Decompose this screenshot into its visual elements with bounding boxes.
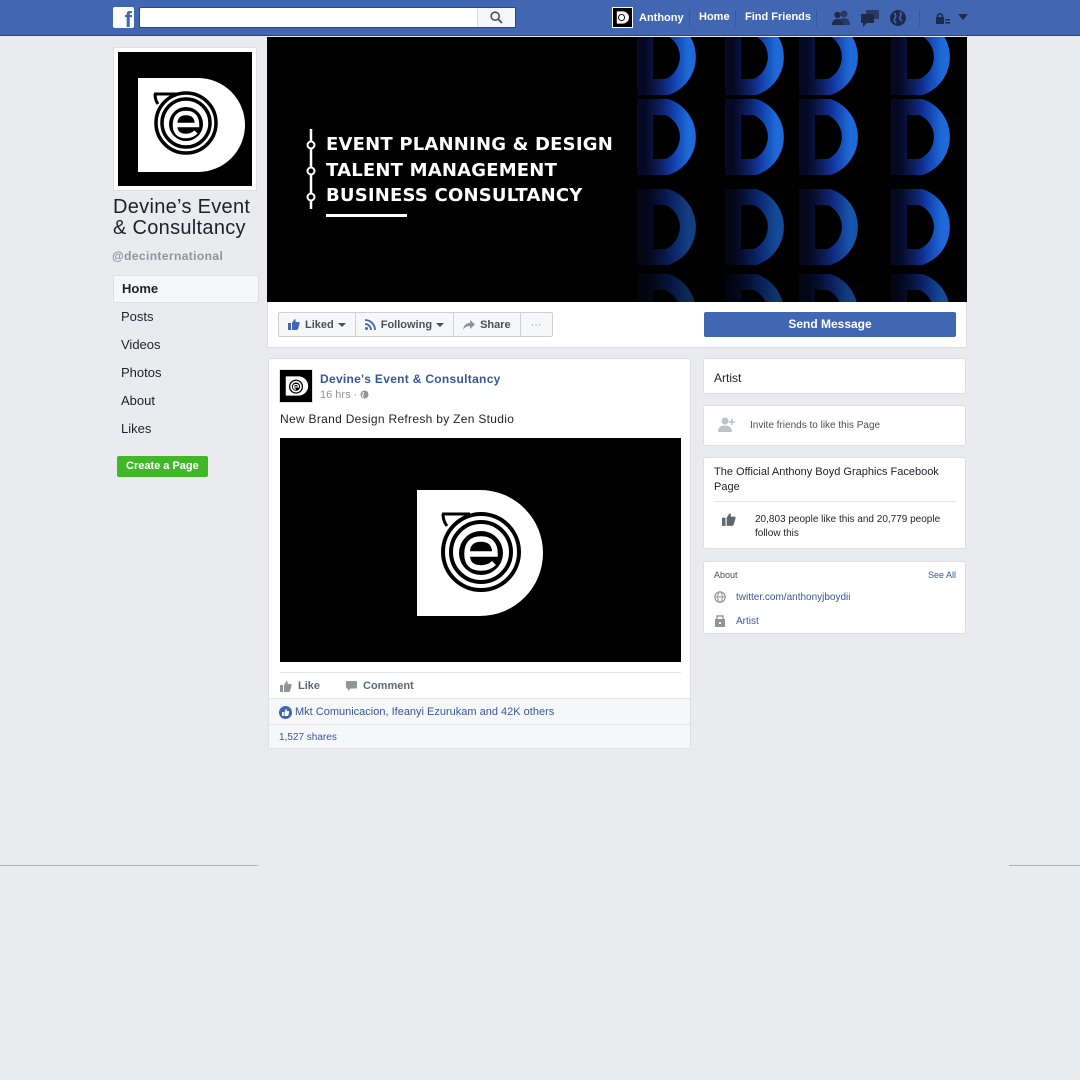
post-message: New Brand Design Refresh by Zen Studio (280, 412, 515, 426)
page-category-card: Artist (703, 358, 966, 394)
post-action-row: Like Comment (280, 672, 681, 697)
post-likes-text: Mkt Comunicacion, Ifeanyi Ezurukam and 4… (295, 706, 555, 718)
cover-timeline-graphic (306, 129, 316, 209)
post-author-avatar[interactable] (279, 369, 313, 403)
page-likes-follows-text: 20,803 people like this and 20,779 peopl… (755, 514, 941, 539)
page-username-handle[interactable]: @decinternational (112, 249, 223, 263)
page-left-navigation: Home Posts Videos Photos About Likes (113, 275, 259, 443)
post-shares-text: 1,527 shares (279, 732, 337, 743)
page-action-bar: Liked Following Share ··· Send Message (267, 302, 967, 348)
search-icon (490, 11, 503, 24)
about-website-row[interactable]: twitter.com/anthonyjboydii (714, 591, 851, 603)
thumbs-up-icon (288, 319, 300, 330)
friend-requests-icon[interactable] (831, 9, 851, 26)
search-box (139, 7, 516, 28)
cover-text-line: TALENT MANAGEMENT (326, 160, 558, 181)
page-post: Devine's Event & Consultancy 16 hrs · Ne… (268, 358, 691, 749)
nav-divider (919, 10, 920, 26)
post-likes-summary[interactable]: Mkt Comunicacion, Ifeanyi Ezurukam and 4… (269, 698, 690, 724)
about-website-link: twitter.com/anthonyjboydii (736, 591, 851, 603)
page-category-text: Artist (714, 371, 742, 385)
following-button-label: Following (380, 318, 433, 331)
nav-avatar (612, 7, 633, 28)
nav-divider (816, 10, 817, 26)
about-category-row[interactable]: Artist (714, 615, 759, 627)
notifications-globe-icon[interactable] (889, 9, 907, 27)
facebook-logo-icon[interactable]: f (113, 7, 134, 28)
comment-bubble-icon (346, 681, 357, 691)
page-description-text: The Official Anthony Boyd Graphics Faceb… (714, 466, 939, 493)
chevron-down-icon (337, 322, 346, 327)
about-category-link: Artist (736, 615, 759, 627)
cover-text-line: EVENT PLANNING & DESIGN (326, 134, 613, 155)
category-tag-icon (715, 615, 725, 627)
page-description-card: The Official Anthony Boyd Graphics Faceb… (703, 457, 966, 549)
share-arrow-icon (463, 319, 476, 330)
liked-button-label: Liked (305, 318, 334, 331)
send-message-button[interactable]: Send Message (704, 312, 956, 337)
invite-friends-text: Invite friends to like this Page (750, 420, 881, 431)
chevron-down-icon (436, 322, 445, 327)
nav-find-friends-link[interactable]: Find Friends (745, 11, 811, 23)
post-comment-label: Comment (363, 680, 414, 692)
about-card: About See All twitter.com/anthonyjboydii… (703, 561, 966, 634)
add-friend-icon (718, 417, 735, 432)
nav-user-name: Anthony (639, 11, 684, 24)
post-like-button[interactable]: Like (280, 680, 320, 692)
invite-friends-card[interactable]: Invite friends to like this Page (703, 405, 966, 446)
left-nav-item-home[interactable]: Home (113, 275, 259, 303)
post-author-name[interactable]: Devine's Event & Consultancy (320, 372, 501, 386)
public-globe-icon (360, 390, 369, 399)
cover-d-pattern-graphic (637, 37, 950, 302)
nav-profile-link[interactable]: Anthony (612, 7, 684, 28)
dec-logo-icon (616, 11, 629, 24)
thumbs-up-icon (280, 680, 292, 692)
post-image[interactable] (280, 438, 681, 662)
share-button[interactable]: Share (453, 312, 521, 337)
cover-underline (326, 214, 407, 217)
messages-icon[interactable] (860, 9, 880, 27)
privacy-shortcuts-icon[interactable] (935, 12, 951, 24)
dec-logo-icon (417, 490, 543, 616)
post-shares-count[interactable]: 1,527 shares (269, 724, 690, 748)
account-menu-chevron-down-icon[interactable] (958, 14, 968, 21)
create-page-button[interactable]: Create a Page (117, 456, 208, 477)
share-button-label: Share (480, 318, 511, 331)
page-title[interactable]: Devine’s Event & Consultancy (113, 197, 263, 239)
rss-feed-icon (364, 319, 376, 330)
thumbs-up-icon (722, 513, 736, 526)
post-time-text: 16 hrs (320, 389, 351, 401)
left-nav-item-videos[interactable]: Videos (113, 331, 259, 359)
top-navigation-bar: f Anthony Home Find Friends (0, 0, 1080, 36)
card-divider (714, 501, 957, 502)
following-button[interactable]: Following (354, 312, 455, 337)
nav-divider (689, 10, 690, 26)
dec-logo-icon (138, 78, 245, 172)
mockup-divider-line (0, 865, 258, 866)
post-like-label: Like (298, 680, 321, 692)
see-all-link[interactable]: See All (928, 570, 956, 580)
post-timestamp[interactable]: 16 hrs · (320, 389, 369, 401)
nav-divider (735, 10, 736, 26)
left-nav-item-photos[interactable]: Photos (113, 359, 259, 387)
cover-text-line: BUSINESS CONSULTANCY (326, 185, 583, 206)
liked-button[interactable]: Liked (278, 312, 356, 337)
left-nav-item-about[interactable]: About (113, 387, 259, 415)
about-card-header: About (714, 570, 738, 580)
more-options-button[interactable]: ··· (519, 312, 553, 337)
nav-home-link[interactable]: Home (699, 11, 730, 23)
cover-photo[interactable]: EVENT PLANNING & DESIGN TALENT MANAGEMEN… (267, 37, 967, 302)
left-nav-item-likes[interactable]: Likes (113, 415, 259, 443)
page-profile-picture[interactable] (113, 47, 257, 191)
left-nav-item-posts[interactable]: Posts (113, 303, 259, 331)
mockup-divider-line (1009, 865, 1080, 866)
post-comment-button[interactable]: Comment (346, 680, 414, 692)
like-reaction-icon (279, 706, 292, 719)
page-action-buttons: Liked Following Share ··· (278, 312, 553, 337)
search-button[interactable] (477, 8, 515, 27)
search-input[interactable] (140, 8, 478, 27)
dec-logo-icon (285, 376, 309, 396)
globe-icon (714, 591, 726, 603)
